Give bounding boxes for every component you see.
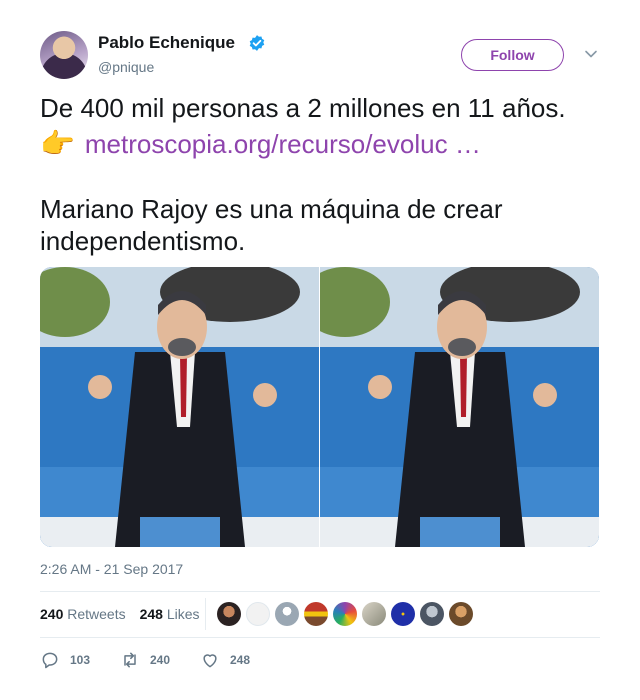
retweets-label[interactable]: Retweets xyxy=(67,606,125,622)
divider xyxy=(205,598,206,630)
tweet-text-line: De 400 mil personas a 2 millones en 11 a… xyxy=(40,93,566,123)
divider xyxy=(40,591,600,592)
liker-avatar[interactable] xyxy=(391,602,415,626)
liker-avatar[interactable] xyxy=(333,602,357,626)
author-avatar[interactable] xyxy=(40,31,88,79)
tweet-link[interactable]: metroscopia.org/recurso/evoluc … xyxy=(85,129,481,159)
divider xyxy=(40,637,600,638)
author-name[interactable]: Pablo Echenique xyxy=(98,33,235,53)
liker-avatar[interactable] xyxy=(304,602,328,626)
reply-count: 103 xyxy=(70,653,91,667)
likes-count[interactable]: 248 xyxy=(140,606,163,622)
heart-icon xyxy=(203,654,217,668)
follow-button[interactable]: Follow xyxy=(461,39,564,71)
likes-label[interactable]: Likes xyxy=(167,606,200,622)
liker-avatar[interactable] xyxy=(246,602,270,626)
liker-avatar[interactable] xyxy=(420,602,444,626)
reply-icon xyxy=(42,652,58,669)
tweet-timestamp[interactable]: 2:26 AM - 21 Sep 2017 xyxy=(40,561,183,577)
tweet-photo[interactable] xyxy=(40,267,319,547)
like-button[interactable]: 248 xyxy=(200,650,250,670)
pointing-hand-icon: 👉 xyxy=(40,128,75,159)
retweet-count: 240 xyxy=(150,653,171,667)
retweets-count[interactable]: 240 xyxy=(40,606,63,622)
chevron-down-icon[interactable] xyxy=(584,47,598,61)
like-count: 248 xyxy=(230,653,251,667)
liker-avatar[interactable] xyxy=(275,602,299,626)
liker-avatar[interactable] xyxy=(362,602,386,626)
retweet-button[interactable]: 240 xyxy=(120,650,170,670)
liker-avatar[interactable] xyxy=(449,602,473,626)
reply-button[interactable]: 103 xyxy=(40,650,90,670)
liker-avatar[interactable] xyxy=(217,602,241,626)
tweet-text-line: Mariano Rajoy es una máquina de crear xyxy=(40,194,503,224)
retweet-icon xyxy=(124,652,136,668)
engagement-stats: 240 Retweets 248 Likes xyxy=(40,606,200,622)
tweet-photo[interactable] xyxy=(320,267,599,547)
tweet-link-line: 👉 metroscopia.org/recurso/evoluc … xyxy=(40,128,620,160)
author-handle[interactable]: @pnique xyxy=(98,59,154,75)
tweet-text-line: independentismo. xyxy=(40,226,246,256)
verified-badge-icon xyxy=(249,35,265,51)
